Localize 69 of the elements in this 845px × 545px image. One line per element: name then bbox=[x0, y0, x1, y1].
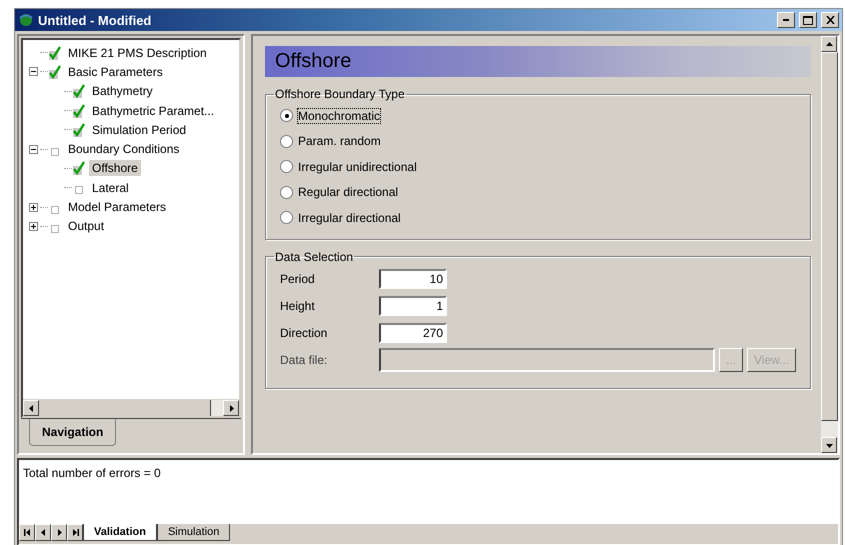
last-icon bbox=[72, 529, 78, 536]
field-label: Height bbox=[280, 299, 316, 313]
left-arrow-icon bbox=[28, 404, 34, 412]
close-button[interactable] bbox=[821, 12, 839, 28]
next-tab-button[interactable] bbox=[51, 524, 67, 541]
field-label: Period bbox=[280, 272, 316, 286]
close-icon bbox=[826, 16, 834, 24]
validation-output: Total number of errors = 0 bbox=[19, 460, 838, 524]
scroll-left-button[interactable] bbox=[23, 400, 39, 416]
collapse-icon[interactable] bbox=[29, 144, 38, 154]
group-title: Data Selection bbox=[274, 250, 354, 264]
expand-icon[interactable] bbox=[29, 202, 38, 212]
tree-item[interactable]: Bathymetric Paramet... bbox=[89, 102, 218, 119]
radio-option[interactable]: Irregular directional bbox=[274, 205, 802, 230]
radio-label: Monochromatic bbox=[298, 108, 380, 123]
tree-item[interactable]: Bathymetry bbox=[89, 83, 156, 100]
input-field[interactable]: 1 bbox=[379, 296, 447, 316]
previous-tab-button[interactable] bbox=[35, 524, 51, 541]
output-tab[interactable]: Validation bbox=[83, 524, 157, 541]
radio-button[interactable] bbox=[280, 160, 293, 174]
radio-option[interactable]: Monochromatic bbox=[274, 103, 802, 128]
tree-item[interactable]: Boundary Conditions bbox=[65, 141, 182, 158]
tree-item[interactable]: Model Parameters bbox=[65, 199, 170, 216]
down-arrow-icon bbox=[826, 442, 832, 448]
next-icon bbox=[56, 529, 62, 536]
radio-option[interactable]: Irregular unidirectional bbox=[274, 154, 802, 180]
radio-label: Regular directional bbox=[298, 185, 398, 200]
first-tab-button[interactable] bbox=[19, 524, 35, 541]
field-label: Data file: bbox=[280, 353, 328, 367]
minimize-icon bbox=[783, 19, 789, 21]
tree-item[interactable]: Basic Parameters bbox=[65, 64, 166, 80]
scroll-up-button[interactable] bbox=[821, 36, 837, 52]
last-tab-button[interactable] bbox=[67, 524, 83, 541]
expand-icon[interactable] bbox=[29, 222, 38, 231]
output-tab[interactable]: Simulation bbox=[156, 524, 230, 541]
maximize-button[interactable] bbox=[799, 12, 817, 28]
tree-item[interactable]: Offshore bbox=[89, 160, 141, 176]
minimize-button[interactable] bbox=[777, 12, 795, 28]
previous-icon bbox=[40, 529, 46, 536]
page-header: Offshore bbox=[265, 46, 811, 77]
radio-label: Param. random bbox=[298, 134, 381, 148]
radio-option[interactable]: Param. random bbox=[274, 128, 802, 154]
maximize-icon bbox=[803, 16, 813, 24]
radio-button[interactable] bbox=[280, 134, 293, 148]
radio-button[interactable] bbox=[280, 186, 293, 199]
tree-item[interactable]: Output bbox=[65, 218, 108, 234]
first-icon bbox=[24, 529, 30, 536]
window-title: Untitled - Modified bbox=[38, 12, 152, 28]
radio-button[interactable] bbox=[280, 211, 293, 224]
radio-button[interactable] bbox=[280, 109, 293, 122]
field-label: Direction bbox=[280, 326, 328, 340]
radio-label: Irregular directional bbox=[298, 210, 401, 225]
tree-item[interactable]: Lateral bbox=[89, 180, 132, 196]
collapse-icon[interactable] bbox=[29, 67, 38, 76]
input-field[interactable]: 10 bbox=[379, 269, 447, 289]
navigation-tab[interactable]: Navigation bbox=[29, 419, 116, 446]
radio-label: Irregular unidirectional bbox=[298, 160, 417, 174]
up-arrow-icon bbox=[826, 40, 832, 48]
tree-item[interactable]: Simulation Period bbox=[89, 122, 190, 138]
globe-icon bbox=[18, 12, 34, 28]
scroll-right-button[interactable] bbox=[223, 400, 239, 416]
scroll-down-button[interactable] bbox=[821, 437, 837, 453]
right-arrow-icon bbox=[228, 404, 234, 412]
vertical-scrollbar[interactable] bbox=[821, 36, 838, 453]
tree-item[interactable]: MIKE 21 PMS Description bbox=[65, 44, 210, 61]
group-title: Offshore Boundary Type bbox=[274, 87, 406, 101]
horizontal-scrollbar[interactable] bbox=[23, 399, 239, 416]
radio-option[interactable]: Regular directional bbox=[274, 180, 802, 205]
input-field[interactable]: 270 bbox=[379, 323, 447, 343]
